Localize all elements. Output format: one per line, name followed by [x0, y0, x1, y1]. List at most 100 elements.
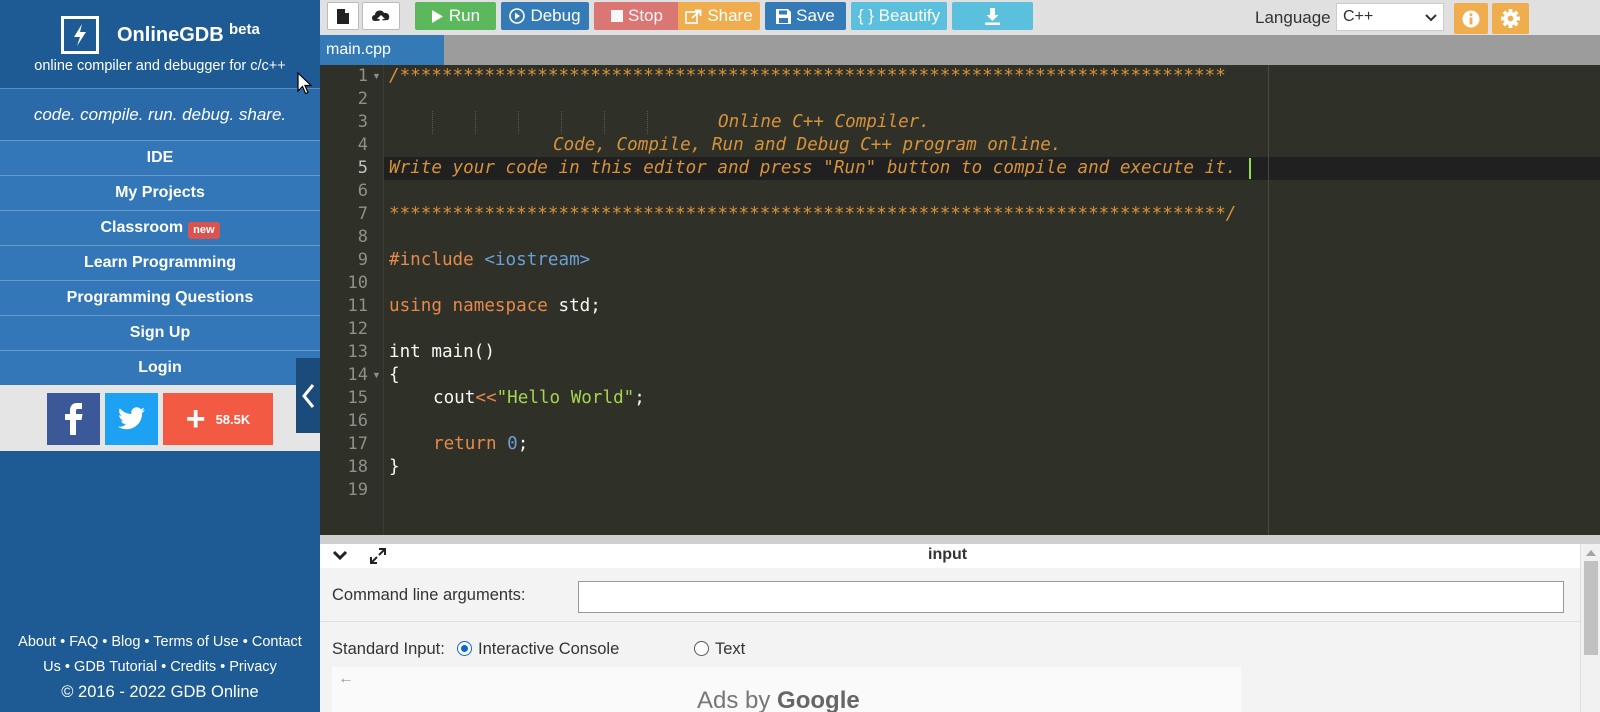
code-token: using namespace — [389, 296, 548, 316]
input-panel-header: input — [320, 544, 1580, 568]
indent-guide — [432, 111, 433, 134]
ad-banner[interactable]: ← Ads by Google — [332, 667, 1241, 712]
chevron-left-icon — [302, 383, 315, 408]
info-button[interactable] — [1454, 3, 1488, 34]
beautify-label: { } Beautify — [857, 6, 941, 25]
line-number: 6 — [357, 181, 368, 201]
line-number: 4 — [357, 135, 368, 155]
settings-button[interactable] — [1492, 3, 1529, 34]
line-number: 11 — [347, 296, 368, 316]
command-line-args-label: Command line arguments: — [332, 586, 526, 604]
nav-item-classroom[interactable]: Classroom new — [0, 210, 320, 245]
facebook-button[interactable] — [47, 393, 100, 445]
nav-item-label: My Projects — [115, 184, 205, 201]
interactive-console-radio[interactable] — [457, 641, 472, 656]
code-line: Write your code in this editor and press… — [389, 158, 1237, 178]
interactive-console-label[interactable]: Interactive Console — [478, 640, 619, 659]
sidebar-collapse-button[interactable] — [296, 358, 320, 433]
nav-item-my-projects[interactable]: My Projects — [0, 175, 320, 210]
cloud-upload-icon — [372, 10, 390, 24]
text-option-label[interactable]: Text — [715, 640, 745, 659]
indent-guide — [561, 111, 562, 134]
plus-icon: + — [185, 400, 206, 438]
mouse-pointer-icon — [297, 72, 313, 95]
upload-button[interactable] — [362, 2, 400, 30]
fold-arrow-icon[interactable]: ▼ — [372, 364, 381, 387]
nav-item-login[interactable]: Login — [0, 350, 320, 385]
scroll-up-arrow-icon[interactable] — [1586, 550, 1596, 556]
nav-item-label: Sign Up — [129, 324, 191, 341]
stop-label: Stop — [628, 6, 663, 25]
text-cursor — [1249, 158, 1251, 179]
arrow-left-icon[interactable]: ← — [338, 670, 354, 688]
line-number: 9 — [357, 250, 368, 270]
stop-button[interactable]: Stop — [594, 2, 680, 30]
input-panel: input Command line arguments: Standard I… — [320, 535, 1600, 712]
line-number: 5 — [357, 158, 368, 178]
scrollbar-thumb[interactable] — [1584, 561, 1598, 655]
footer-link-faq[interactable]: FAQ — [69, 634, 98, 650]
vertical-scrollbar[interactable] — [1580, 544, 1600, 712]
nav-item-label: Classroom — [100, 219, 184, 236]
info-icon — [1462, 10, 1480, 27]
beautify-button[interactable]: { } Beautify — [851, 2, 947, 30]
facebook-icon — [64, 403, 82, 435]
line-number: 17 — [347, 434, 368, 454]
code-editor[interactable]: 1 ▼ 2 3 4 5 6 7 8 9 10 11 12 13 14 ▼ 15 … — [320, 65, 1600, 535]
run-label: Run — [448, 6, 481, 25]
share-count: 58.5K — [215, 411, 251, 427]
code-line: int main() — [389, 342, 495, 362]
nav-item-label: Login — [138, 359, 182, 376]
share-button[interactable]: Share — [678, 2, 760, 30]
tab-main-cpp[interactable]: main.cpp — [320, 35, 444, 65]
share-count-button[interactable]: + 58.5K — [163, 393, 273, 445]
gear-icon — [1501, 9, 1520, 28]
nav-item-ide[interactable]: IDE — [0, 140, 320, 175]
divider — [320, 621, 1580, 622]
new-file-button[interactable] — [327, 2, 359, 30]
file-icon — [337, 8, 349, 24]
language-select[interactable]: C++ — [1336, 3, 1444, 31]
line-number: 18 — [347, 457, 368, 477]
line-number: 1 — [357, 66, 368, 86]
line-number: 10 — [347, 273, 368, 293]
footer-link-terms[interactable]: Terms of Use — [153, 634, 238, 650]
footer-link-gdb-tutorial[interactable]: GDB Tutorial — [74, 659, 157, 675]
twitter-button[interactable] — [105, 393, 158, 445]
code-token: <iostream> — [484, 250, 591, 270]
chevron-down-icon — [1425, 10, 1437, 29]
nav-item-sign-up[interactable]: Sign Up — [0, 315, 320, 350]
command-line-args-input[interactable] — [578, 581, 1564, 613]
twitter-icon — [117, 407, 145, 430]
chevron-down-icon[interactable] — [332, 548, 348, 566]
nav-item-learn-programming[interactable]: Learn Programming — [0, 245, 320, 280]
line-number: 2 — [357, 89, 368, 109]
text-radio[interactable] — [694, 641, 709, 656]
nav-item-programming-questions[interactable]: Programming Questions — [0, 280, 320, 315]
footer-link-about[interactable]: About — [18, 634, 56, 650]
line-number-gutter: 1 ▼ 2 3 4 5 6 7 8 9 10 11 12 13 14 ▼ 15 … — [320, 65, 384, 535]
debug-button[interactable]: Debug — [501, 2, 589, 30]
code-token: << — [475, 388, 497, 408]
footer-link-contact-cont[interactable]: Us — [43, 659, 61, 675]
footer-link-blog[interactable]: Blog — [111, 634, 140, 650]
nav-item-label: IDE — [146, 149, 174, 166]
stop-icon — [611, 10, 623, 22]
sidebar: OnlineGDB beta online compiler and debug… — [0, 0, 320, 712]
fold-arrow-icon[interactable]: ▼ — [372, 65, 381, 88]
social-bar: + 58.5K — [0, 385, 320, 451]
footer-link-credits[interactable]: Credits — [170, 659, 216, 675]
footer-link-contact[interactable]: Contact — [252, 634, 302, 650]
code-token: 0 — [507, 434, 518, 454]
print-margin — [1268, 65, 1269, 535]
brand-tagline: online compiler and debugger for c/c++ — [34, 58, 286, 74]
tab-label: main.cpp — [326, 41, 391, 58]
run-button[interactable]: Run — [415, 2, 496, 30]
download-button[interactable] — [952, 2, 1033, 30]
code-line: } — [389, 457, 400, 477]
expand-icon[interactable] — [368, 546, 388, 571]
brand-header[interactable]: OnlineGDB beta online compiler and debug… — [0, 0, 320, 88]
save-button[interactable]: Save — [765, 2, 846, 30]
footer-link-privacy[interactable]: Privacy — [229, 659, 277, 675]
code-token: ; — [634, 388, 645, 408]
